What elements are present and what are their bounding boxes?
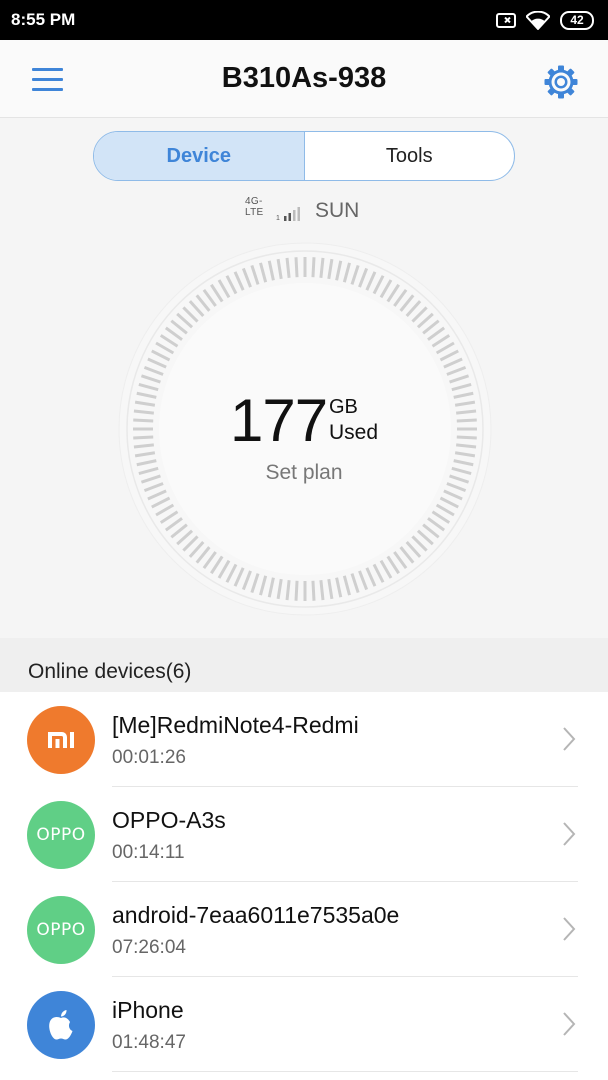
status-bar: 8:55 PM 42 (0, 0, 608, 40)
oppo-logo-icon: OPPO (27, 896, 95, 964)
tab-tools[interactable]: Tools (305, 132, 515, 180)
gauge-tick (133, 418, 154, 423)
chevron-right-icon (563, 822, 576, 846)
battery-level: 42 (570, 13, 584, 27)
battery-icon: 42 (560, 10, 594, 30)
device-name: OPPO-A3s (112, 807, 226, 833)
tab-bar: Device Tools (93, 131, 515, 181)
gauge-tick (456, 443, 477, 449)
gauge-tick (133, 409, 154, 415)
chevron-right-icon (563, 727, 576, 751)
online-devices-header: Online devices(6) (0, 638, 608, 692)
device-connected-time: 01:48:47 (112, 1032, 186, 1053)
wifi-icon (526, 10, 550, 30)
app-header: B310As-938 (0, 40, 608, 118)
signal-bars-icon: 1 (276, 207, 300, 221)
carrier-name: SUN (315, 199, 360, 222)
gauge-tick (311, 257, 316, 278)
gauge-tick (285, 580, 291, 601)
divider (112, 1071, 578, 1072)
usage-value: 177 (230, 387, 328, 454)
gauge-tick (456, 409, 477, 415)
device-row[interactable]: OPPO android-7eaa6011e7535a0e 07:26:04 (0, 882, 608, 977)
apple-logo-icon (27, 991, 95, 1059)
chevron-right-icon (563, 917, 576, 941)
set-plan-link[interactable]: Set plan (0, 461, 608, 485)
device-list: [Me]RedmiNote4-Redmi 00:01:26 OPPO OPPO-… (0, 692, 608, 1080)
device-row[interactable]: OPPO OPPO-A3s 00:14:11 (0, 787, 608, 882)
apple-logo-glyph (49, 1010, 73, 1040)
gauge-tick (319, 257, 325, 278)
mi-logo-glyph (48, 732, 74, 748)
gauge-tick (456, 435, 477, 440)
page-title: B310As-938 (221, 62, 387, 94)
network-type: 4G-LTE (245, 196, 264, 218)
device-connected-time: 00:01:26 (112, 747, 186, 768)
status-icons: 42 (496, 10, 594, 30)
device-connected-time: 00:14:11 (112, 842, 185, 863)
device-row[interactable]: iPhone 01:48:47 (0, 977, 608, 1072)
oppo-logo-icon: OPPO (27, 801, 95, 869)
gauge-tick (285, 257, 291, 278)
device-connected-time: 07:26:04 (112, 937, 186, 958)
gauge-tick (319, 580, 325, 601)
mi-logo-icon (27, 706, 95, 774)
status-time: 8:55 PM (11, 10, 76, 29)
usage-unit: GB (329, 396, 358, 418)
usage-label: Used (329, 421, 379, 444)
gauge-tick (294, 580, 299, 601)
sim-error-icon (496, 12, 516, 28)
chevron-right-icon (563, 1012, 576, 1036)
device-row[interactable]: [Me]RedmiNote4-Redmi 00:01:26 (0, 692, 608, 787)
svg-text:1: 1 (276, 215, 280, 221)
online-devices-title: Online devices(6) (28, 660, 192, 683)
gauge-tick (311, 580, 316, 601)
gauge-tick (133, 443, 154, 449)
device-name: android-7eaa6011e7535a0e (112, 902, 400, 928)
gear-icon[interactable] (543, 64, 579, 100)
gauge-tick (456, 418, 477, 423)
device-name: iPhone (112, 997, 184, 1023)
gauge-tick (294, 257, 299, 278)
tab-device[interactable]: Device (94, 132, 305, 180)
gauge-tick (133, 435, 154, 440)
device-name: [Me]RedmiNote4-Redmi (112, 712, 359, 738)
